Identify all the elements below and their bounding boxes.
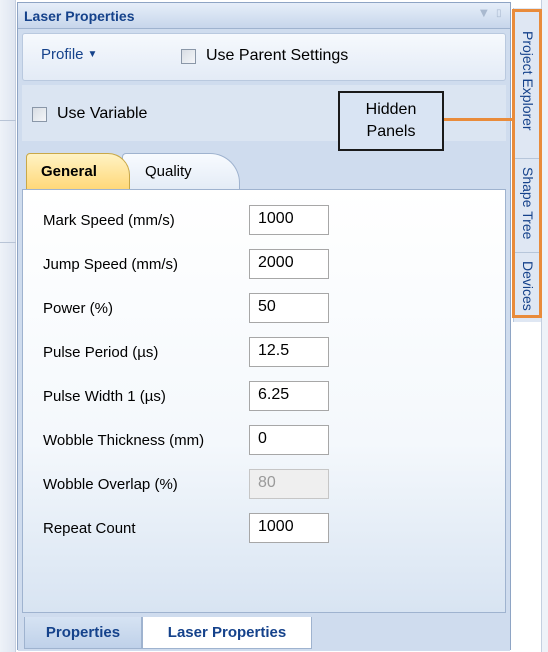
power-label: Power (%): [43, 299, 114, 317]
pulse-width-input[interactable]: 6.25: [249, 381, 329, 411]
callout-connector-line: [442, 118, 514, 121]
power-input[interactable]: 50: [249, 293, 329, 323]
auto-hide-side-tabs: Project Explorer Shape Tree Devices: [513, 8, 542, 322]
bottom-tab-label: Laser Properties: [167, 624, 287, 641]
field-row: Power (%) 50: [43, 292, 329, 324]
field-row: Jump Speed (mm/s) 2000: [43, 248, 329, 280]
pulse-period-label: Pulse Period (µs): [43, 343, 159, 361]
panel-dropdown-icon[interactable]: ▼: [480, 8, 488, 19]
use-variable-checkbox[interactable]: Use Variable: [32, 105, 147, 123]
panel-pin-icon[interactable]: ▯: [496, 8, 502, 19]
hidden-panels-callout: Hidden Panels: [338, 91, 444, 151]
repeat-count-label: Repeat Count: [43, 519, 136, 537]
side-tab-project-explorer[interactable]: Project Explorer: [514, 8, 542, 154]
field-row: Wobble Overlap (%) 80: [43, 468, 329, 500]
side-tab-devices[interactable]: Devices: [514, 252, 542, 318]
wobble-overlap-label: Wobble Overlap (%): [43, 475, 178, 493]
field-row: Repeat Count 1000: [43, 512, 329, 544]
checkbox-box: [181, 48, 196, 64]
use-parent-settings-checkbox[interactable]: Use Parent Settings: [181, 47, 348, 65]
repeat-count-input[interactable]: 1000: [249, 513, 329, 543]
profile-dropdown-button[interactable]: Profile ▼: [41, 46, 97, 63]
app-left-edge: [0, 0, 16, 652]
callout-text: Hidden Panels: [365, 101, 417, 140]
pulse-width-label: Pulse Width 1 (µs): [43, 387, 166, 405]
field-row: Wobble Thickness (mm) 0: [43, 424, 329, 456]
wobble-overlap-input: 80: [249, 469, 329, 499]
bottom-tab-properties[interactable]: Properties: [24, 617, 142, 649]
profile-label: Profile: [41, 46, 84, 63]
tab-label: General: [41, 163, 97, 180]
side-tab-label: Shape Tree: [520, 167, 536, 240]
side-tab-label: Devices: [520, 260, 536, 311]
bottom-tab-strip: Properties Laser Properties: [18, 617, 510, 651]
jump-speed-label: Jump Speed (mm/s): [43, 255, 179, 273]
wobble-thickness-label: Wobble Thickness (mm): [43, 431, 205, 449]
checkbox-box: [32, 106, 47, 122]
use-parent-settings-label: Use Parent Settings: [206, 47, 349, 64]
panel-titlebar: Laser Properties ▼ ▯: [18, 3, 510, 29]
property-tabs: Quality General: [22, 145, 506, 189]
mark-speed-label: Mark Speed (mm/s): [43, 211, 175, 229]
caret-down-icon: ▼: [87, 49, 98, 60]
app-right-edge: [541, 0, 548, 652]
tab-label: Quality: [145, 163, 192, 180]
tab-general[interactable]: General: [26, 153, 130, 189]
pulse-period-input[interactable]: 12.5: [249, 337, 329, 367]
tab-quality[interactable]: Quality: [122, 153, 240, 189]
mark-speed-input[interactable]: 1000: [249, 205, 329, 235]
general-settings-content: Mark Speed (mm/s) 1000 Jump Speed (mm/s)…: [22, 189, 506, 613]
field-row: Pulse Width 1 (µs) 6.25: [43, 380, 329, 412]
left-edge-divider: [0, 242, 16, 243]
field-row: Pulse Period (µs) 12.5: [43, 336, 329, 368]
side-tab-shape-tree[interactable]: Shape Tree: [514, 158, 542, 248]
jump-speed-input[interactable]: 2000: [249, 249, 329, 279]
use-variable-label: Use Variable: [57, 105, 148, 122]
profile-toolbar: Profile ▼ Use Parent Settings: [22, 33, 506, 81]
panel-title: Laser Properties: [24, 8, 135, 24]
left-edge-divider: [0, 120, 16, 121]
field-row: Mark Speed (mm/s) 1000: [43, 204, 329, 236]
side-tab-label: Project Explorer: [520, 31, 536, 131]
bottom-tab-laser-properties[interactable]: Laser Properties: [142, 617, 312, 649]
wobble-thickness-input[interactable]: 0: [249, 425, 329, 455]
bottom-tab-label: Properties: [45, 624, 121, 641]
